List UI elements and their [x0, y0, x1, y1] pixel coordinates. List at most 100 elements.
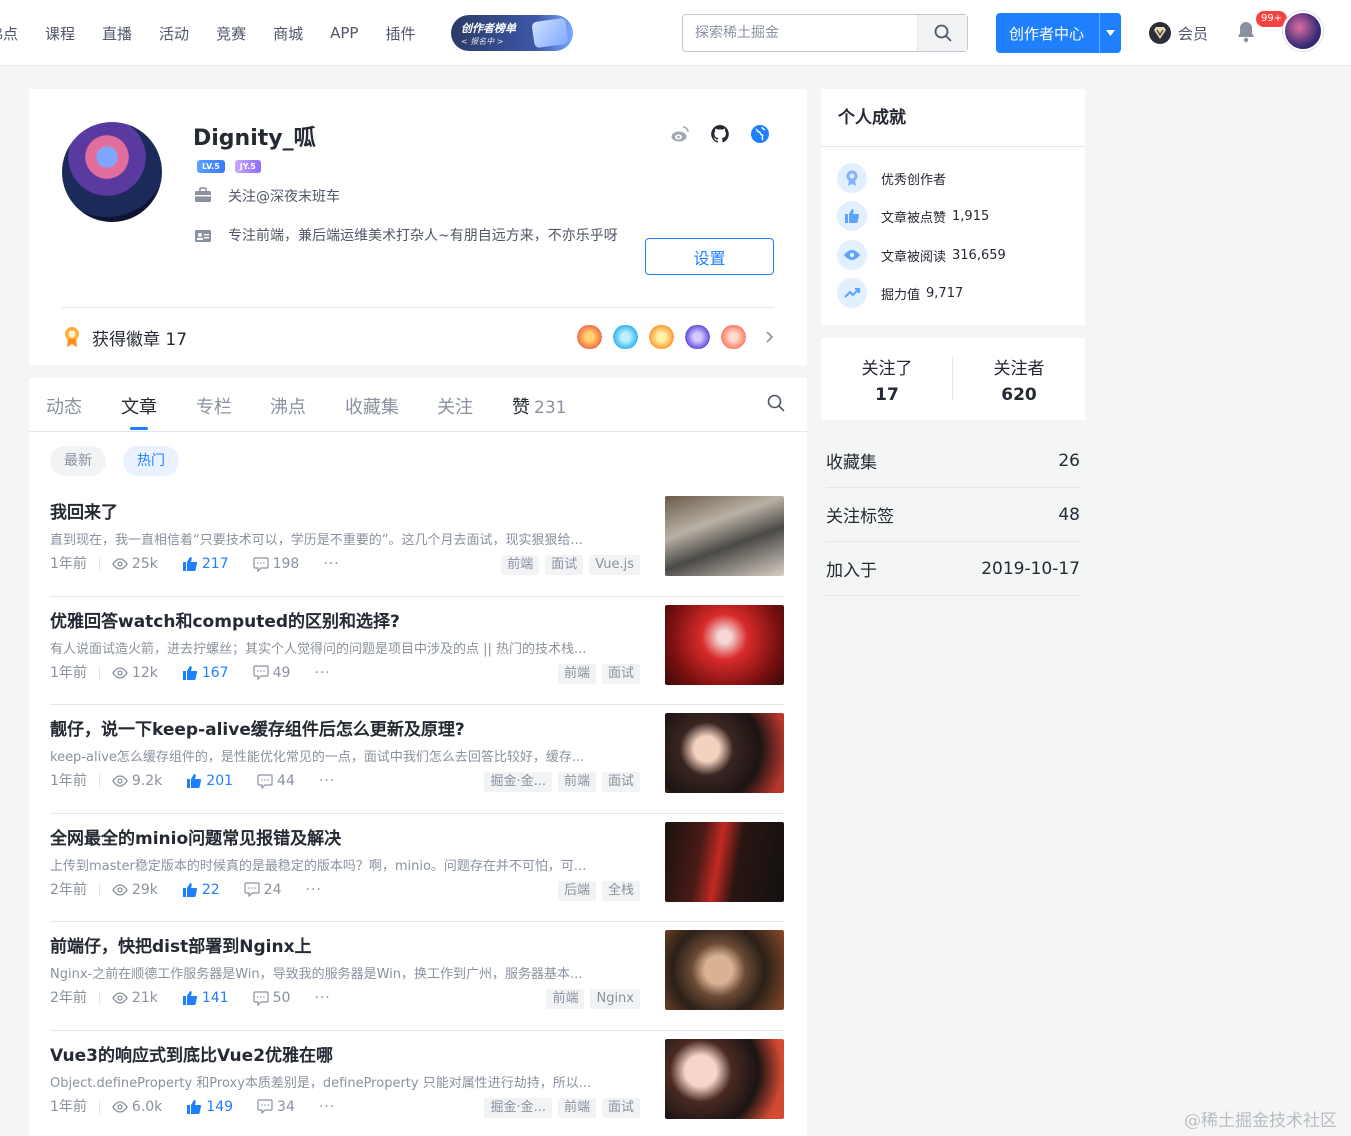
comment-count[interactable]: 44: [257, 773, 295, 789]
badges-row[interactable]: 获得徽章 17: [62, 324, 776, 350]
article-tag[interactable]: 面试: [545, 555, 584, 575]
article-tag[interactable]: 前端: [557, 772, 596, 792]
article-tag[interactable]: 掘金·金...: [484, 1097, 552, 1118]
article-tag[interactable]: 面试: [601, 663, 640, 684]
article-tag[interactable]: Nginx: [590, 989, 640, 1009]
search-button[interactable]: [917, 15, 967, 51]
more-options-icon[interactable]: ···: [314, 990, 330, 1006]
more-options-icon[interactable]: ···: [319, 1099, 335, 1115]
article-title[interactable]: 我回来了: [50, 498, 640, 523]
tab-likes-count: 231: [534, 398, 567, 418]
creator-ranking-banner[interactable]: 创作者榜单 < 报名中 >: [451, 15, 573, 51]
tab-likes[interactable]: 赞 231: [512, 393, 566, 419]
thumbs-up-icon: [182, 665, 197, 680]
following-stat[interactable]: 关注了 17: [821, 354, 953, 405]
stat-collections[interactable]: 收藏集 26: [826, 434, 1080, 488]
achievement-likes: 文章被点赞 1,915: [837, 201, 989, 231]
vip-link[interactable]: 会员: [1148, 21, 1208, 45]
article-tag[interactable]: 前端: [557, 663, 596, 684]
comment-icon: [252, 665, 269, 680]
article-item[interactable]: 我回来了 直到现在，我一直相信着“只要技术可以，学历是不重要的”。这几个月去面试…: [50, 488, 785, 597]
tab-activity[interactable]: 动态: [46, 393, 82, 419]
followers-stat[interactable]: 关注者 620: [953, 354, 1085, 405]
article-tag[interactable]: 后端: [557, 880, 596, 901]
more-options-icon[interactable]: ···: [319, 773, 335, 789]
article-title[interactable]: Vue3的响应式到底比Vue2优雅在哪: [50, 1041, 640, 1066]
nav-item-courses[interactable]: 课程: [45, 23, 75, 44]
comment-count[interactable]: 34: [257, 1099, 295, 1115]
article-item[interactable]: 全网最全的minio问题常见报错及解决 上传到master稳定版本的时候真的是最…: [50, 814, 785, 922]
filter-hot[interactable]: 热门: [123, 446, 179, 476]
nav-item-app[interactable]: APP: [330, 24, 358, 42]
weibo-icon[interactable]: [670, 124, 690, 144]
tab-following[interactable]: 关注: [437, 393, 473, 419]
article-tag[interactable]: Vue.js: [589, 555, 640, 575]
notification-bell-icon[interactable]: [1234, 20, 1258, 44]
article-title[interactable]: 前端仔，快把dist部署到Nginx上: [50, 932, 640, 957]
user-level-badge[interactable]: LV.5: [197, 160, 225, 173]
article-thumbnail[interactable]: [665, 496, 784, 576]
tab-columns[interactable]: 专栏: [196, 393, 232, 419]
nav-item-events[interactable]: 活动: [159, 23, 189, 44]
article-item[interactable]: 前端仔，快把dist部署到Nginx上 Nginx-之前在顺德工作服务器是Win…: [50, 922, 785, 1031]
tab-collections[interactable]: 收藏集: [345, 393, 399, 419]
more-options-icon[interactable]: ···: [314, 665, 330, 681]
settings-button[interactable]: 设置: [645, 238, 774, 275]
stat-value: 26: [1058, 450, 1080, 471]
article-thumbnail[interactable]: [665, 1038, 784, 1119]
nav-item-contests[interactable]: 竞赛: [216, 23, 246, 44]
nav-item-shop[interactable]: 商城: [273, 23, 303, 44]
article-title[interactable]: 优雅回答watch和computed的区别和选择?: [50, 607, 640, 632]
creator-menu-dropdown[interactable]: [1099, 13, 1121, 53]
website-icon[interactable]: [750, 124, 770, 144]
article-item[interactable]: Vue3的响应式到底比Vue2优雅在哪 Object.definePropert…: [50, 1031, 785, 1136]
article-list: 我回来了 直到现在，我一直相信着“只要技术可以，学历是不重要的”。这几个月去面试…: [50, 488, 785, 1136]
comment-count[interactable]: 49: [252, 665, 290, 681]
comment-count[interactable]: 24: [244, 882, 282, 898]
like-count-value: 167: [201, 664, 229, 681]
nav-item-live[interactable]: 直播: [102, 23, 132, 44]
tab-articles[interactable]: 文章: [121, 393, 157, 419]
article-tag[interactable]: 前端: [546, 989, 585, 1009]
more-options-icon[interactable]: ···: [323, 556, 339, 572]
tab-pins[interactable]: 沸点: [270, 393, 306, 419]
like-count[interactable]: 217: [182, 556, 229, 572]
article-tag[interactable]: 面试: [601, 772, 640, 792]
like-count[interactable]: 167: [182, 665, 229, 681]
nav-item-plugins[interactable]: 插件: [385, 23, 415, 44]
article-thumbnail[interactable]: [665, 604, 784, 685]
article-title[interactable]: 靓仔，说一下keep-alive缓存组件后怎么更新及原理?: [50, 715, 640, 740]
watermark: @稀土掘金技术社区: [1184, 1111, 1337, 1131]
article-tag[interactable]: 掘金·金...: [484, 772, 552, 792]
article-title[interactable]: 全网最全的minio问题常见报错及解决: [50, 824, 640, 849]
creator-center-button[interactable]: 创作者中心: [996, 13, 1121, 53]
search-input[interactable]: [683, 15, 917, 51]
article-thumbnail[interactable]: [665, 713, 784, 793]
like-count[interactable]: 141: [182, 990, 229, 1006]
article-thumbnail[interactable]: [665, 930, 784, 1010]
like-count[interactable]: 201: [186, 773, 233, 789]
article-tag[interactable]: 面试: [601, 1097, 640, 1118]
article-item[interactable]: 优雅回答watch和computed的区别和选择? 有人说面试造火箭，进去拧螺丝…: [50, 597, 785, 705]
like-count[interactable]: 149: [186, 1099, 233, 1115]
comment-count[interactable]: 198: [252, 556, 299, 572]
like-count[interactable]: 22: [182, 882, 220, 898]
stat-label: 加入于: [826, 561, 877, 581]
achievements-card: 个人成就 优秀创作者 文章被点赞 1,915 文章被阅读 316,659 掘力值…: [821, 89, 1085, 325]
nav-item-pins[interactable]: 沸点: [0, 23, 18, 44]
more-options-icon[interactable]: ···: [306, 882, 322, 898]
jy-level-badge[interactable]: JY.5: [234, 160, 261, 173]
search-icon[interactable]: [767, 394, 785, 412]
comment-count[interactable]: 50: [252, 990, 290, 1006]
article-tag[interactable]: 前端: [501, 555, 540, 575]
chevron-right-icon[interactable]: [764, 327, 776, 347]
stat-followed-tags[interactable]: 关注标签 48: [826, 488, 1080, 542]
article-thumbnail[interactable]: [665, 821, 784, 902]
article-item[interactable]: 靓仔，说一下keep-alive缓存组件后怎么更新及原理? keep-alive…: [50, 705, 785, 814]
filter-latest[interactable]: 最新: [50, 446, 106, 476]
user-avatar-menu[interactable]: [1283, 11, 1323, 51]
github-icon[interactable]: [710, 124, 730, 144]
followers-label: 关注者: [993, 359, 1045, 379]
article-tag[interactable]: 前端: [557, 1097, 596, 1118]
article-tag[interactable]: 全栈: [601, 880, 640, 901]
